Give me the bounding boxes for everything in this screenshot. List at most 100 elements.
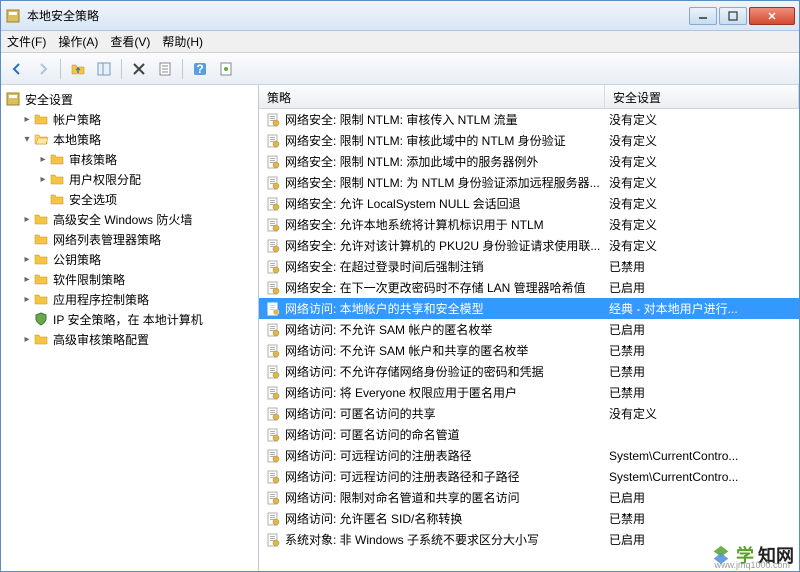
list-row[interactable]: 网络访问: 本地帐户的共享和安全模型经典 - 对本地用户进行... — [259, 298, 799, 319]
policy-icon — [265, 280, 281, 296]
tree-item[interactable]: ▸审核策略 — [3, 149, 256, 169]
policy-setting: 已禁用 — [605, 258, 799, 275]
tree-item[interactable]: ▸高级审核策略配置 — [3, 329, 256, 349]
policy-icon — [265, 343, 281, 359]
policy-setting: 没有定义 — [605, 237, 799, 254]
list-row[interactable]: 网络访问: 可远程访问的注册表路径System\CurrentContro... — [259, 445, 799, 466]
tree-item[interactable]: ▸用户权限分配 — [3, 169, 256, 189]
tree-item-label: 帐户策略 — [53, 111, 101, 128]
tree-item[interactable]: 网络列表管理器策略 — [3, 229, 256, 249]
help-button[interactable]: ? — [188, 57, 212, 81]
list-row[interactable]: 网络访问: 可匿名访问的命名管道 — [259, 424, 799, 445]
folder-icon — [33, 291, 49, 307]
tree-item[interactable]: ▸软件限制策略 — [3, 269, 256, 289]
policy-name: 系统对象: 非 Windows 子系统不要求区分大小写 — [285, 531, 605, 548]
up-button[interactable] — [66, 57, 90, 81]
list-row[interactable]: 网络安全: 限制 NTLM: 为 NTLM 身份验证添加远程服务器...没有定义 — [259, 172, 799, 193]
list-row[interactable]: 网络安全: 限制 NTLM: 添加此域中的服务器例外没有定义 — [259, 151, 799, 172]
folder-icon — [49, 171, 65, 187]
menu-action[interactable]: 操作(A) — [58, 33, 98, 50]
policy-name: 网络安全: 限制 NTLM: 审核此域中的 NTLM 身份验证 — [285, 132, 605, 149]
back-button[interactable] — [5, 57, 29, 81]
policy-icon — [265, 217, 281, 233]
tree-item[interactable]: ▸应用程序控制策略 — [3, 289, 256, 309]
policy-setting: 没有定义 — [605, 132, 799, 149]
tree-item-label: 公钥策略 — [53, 251, 101, 268]
policy-name: 网络安全: 允许本地系统将计算机标识用于 NTLM — [285, 216, 605, 233]
list-row[interactable]: 网络访问: 不允许存储网络身份验证的密码和凭据已禁用 — [259, 361, 799, 382]
tree-twisty[interactable]: ▸ — [21, 334, 33, 345]
policy-setting: 经典 - 对本地用户进行... — [605, 300, 799, 317]
list-row[interactable]: 网络安全: 允许 LocalSystem NULL 会话回退没有定义 — [259, 193, 799, 214]
tree-item[interactable]: ▸ 公钥策略 — [3, 249, 256, 269]
tree-twisty[interactable]: ▸ — [21, 214, 33, 225]
column-header-setting[interactable]: 安全设置 — [605, 85, 799, 108]
list-row[interactable]: 网络访问: 不允许 SAM 帐户和共享的匿名枚举已禁用 — [259, 340, 799, 361]
policy-name: 网络访问: 不允许 SAM 帐户的匿名枚举 — [285, 321, 605, 338]
tree-twisty[interactable]: ▸ — [37, 154, 49, 165]
policy-icon — [265, 133, 281, 149]
tree-twisty[interactable]: ▸ — [21, 254, 33, 265]
list-row[interactable]: 网络访问: 可远程访问的注册表路径和子路径System\CurrentContr… — [259, 466, 799, 487]
policy-name: 网络访问: 限制对命名管道和共享的匿名访问 — [285, 489, 605, 506]
security-icon — [5, 91, 21, 107]
policy-icon — [265, 427, 281, 443]
titlebar[interactable]: 本地安全策略 — [1, 1, 799, 31]
list-row[interactable]: 网络安全: 在超过登录时间后强制注销已禁用 — [259, 256, 799, 277]
properties-button[interactable] — [153, 57, 177, 81]
list-body[interactable]: 网络安全: 限制 NTLM: 审核传入 NTLM 流量没有定义网络安全: 限制 … — [259, 109, 799, 571]
policy-name: 网络安全: 限制 NTLM: 添加此域中的服务器例外 — [285, 153, 605, 170]
policy-setting: 已禁用 — [605, 363, 799, 380]
policy-name: 网络访问: 可远程访问的注册表路径 — [285, 447, 605, 464]
list-row[interactable]: 网络访问: 将 Everyone 权限应用于匿名用户已禁用 — [259, 382, 799, 403]
window-title: 本地安全策略 — [27, 7, 689, 24]
list-row[interactable]: 系统对象: 非 Windows 子系统不要求区分大小写已启用 — [259, 529, 799, 550]
menu-file[interactable]: 文件(F) — [7, 33, 46, 50]
policy-icon — [265, 406, 281, 422]
list-row[interactable]: 网络安全: 在下一次更改密码时不存储 LAN 管理器哈希值已启用 — [259, 277, 799, 298]
tree-item[interactable]: IP 安全策略，在 本地计算机 — [3, 309, 256, 329]
tree-item[interactable]: ▸ 帐户策略 — [3, 109, 256, 129]
menu-view[interactable]: 查看(V) — [110, 33, 150, 50]
folder-icon — [33, 251, 49, 267]
delete-button[interactable] — [127, 57, 151, 81]
tree-item[interactable]: ▸ 高级安全 Windows 防火墙 — [3, 209, 256, 229]
policy-name: 网络访问: 不允许存储网络身份验证的密码和凭据 — [285, 363, 605, 380]
list-row[interactable]: 网络访问: 限制对命名管道和共享的匿名访问已启用 — [259, 487, 799, 508]
tree-twisty[interactable]: ▸ — [37, 174, 49, 185]
close-button[interactable] — [749, 7, 795, 25]
list-row[interactable]: 网络访问: 不允许 SAM 帐户的匿名枚举已启用 — [259, 319, 799, 340]
tree-twisty[interactable]: ▸ — [21, 294, 33, 305]
tree-item-label: 高级安全 Windows 防火墙 — [53, 211, 192, 228]
list-panel: 策略 安全设置 网络安全: 限制 NTLM: 审核传入 NTLM 流量没有定义网… — [259, 85, 799, 571]
list-row[interactable]: 网络安全: 限制 NTLM: 审核传入 NTLM 流量没有定义 — [259, 109, 799, 130]
tree-twisty[interactable]: ▸ — [21, 114, 33, 125]
show-hide-tree-button[interactable] — [92, 57, 116, 81]
policy-name: 网络访问: 将 Everyone 权限应用于匿名用户 — [285, 384, 605, 401]
list-row[interactable]: 网络安全: 允许对该计算机的 PKU2U 身份验证请求使用联...没有定义 — [259, 235, 799, 256]
maximize-button[interactable] — [719, 7, 747, 25]
tree-item[interactable]: ▾本地策略 — [3, 129, 256, 149]
list-row[interactable]: 网络安全: 允许本地系统将计算机标识用于 NTLM没有定义 — [259, 214, 799, 235]
tree-root[interactable]: 安全设置 — [3, 89, 256, 109]
tree-item[interactable]: 安全选项 — [3, 189, 256, 209]
tree-item-label: 安全选项 — [69, 191, 117, 208]
folder-icon — [33, 271, 49, 287]
list-row[interactable]: 网络访问: 允许匿名 SID/名称转换已禁用 — [259, 508, 799, 529]
list-row[interactable]: 网络安全: 限制 NTLM: 审核此域中的 NTLM 身份验证没有定义 — [259, 130, 799, 151]
policy-setting: System\CurrentContro... — [605, 449, 799, 463]
policy-name: 网络安全: 在超过登录时间后强制注销 — [285, 258, 605, 275]
forward-button[interactable] — [31, 57, 55, 81]
policy-setting: 没有定义 — [605, 174, 799, 191]
policy-icon — [265, 490, 281, 506]
tree-panel[interactable]: 安全设置 ▸ 帐户策略▾本地策略▸审核策略▸用户权限分配安全选项 ▸ 高级安全 Win… — [1, 85, 259, 571]
menu-help[interactable]: 帮助(H) — [162, 33, 203, 50]
minimize-button[interactable] — [689, 7, 717, 25]
list-row[interactable]: 网络访问: 可匿名访问的共享没有定义 — [259, 403, 799, 424]
refresh-button[interactable] — [214, 57, 238, 81]
folder-open-icon — [33, 131, 49, 147]
folder-icon — [33, 111, 49, 127]
tree-twisty[interactable]: ▾ — [21, 134, 33, 145]
column-header-policy[interactable]: 策略 — [259, 85, 605, 108]
tree-twisty[interactable]: ▸ — [21, 274, 33, 285]
